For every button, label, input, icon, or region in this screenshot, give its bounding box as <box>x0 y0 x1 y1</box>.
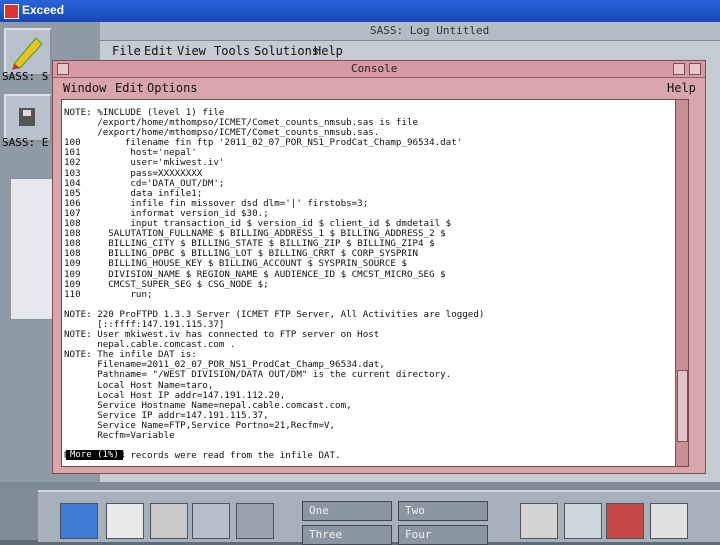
console-scrollbar[interactable] <box>675 100 688 466</box>
menu-options[interactable]: Options <box>147 81 198 95</box>
log-window-title: SASS: Log Untitled <box>370 24 490 37</box>
console-output[interactable]: NOTE: %INCLUDE (level 1) file /export/ho… <box>61 99 689 467</box>
app-titlebar: Exceed <box>0 0 720 22</box>
workspace-four[interactable]: Four <box>398 525 488 545</box>
menu-edit-console[interactable]: Edit <box>115 81 144 95</box>
log-window-titlebar: SASS: Log Untitled <box>100 22 720 41</box>
minimize-button[interactable] <box>673 63 685 75</box>
menu-file[interactable]: File <box>112 44 141 58</box>
console-window: Console Window Edit Options Help NOTE: %… <box>52 60 706 474</box>
workspace-two[interactable]: Two <box>398 501 488 521</box>
printer-icon[interactable] <box>150 503 188 539</box>
pen-icon[interactable] <box>192 503 230 539</box>
window-menu-button[interactable] <box>57 63 69 75</box>
calculator-icon[interactable] <box>106 503 144 539</box>
trash-icon[interactable] <box>650 503 688 539</box>
chart-icon[interactable] <box>606 503 644 539</box>
console-title: Console <box>351 62 398 75</box>
menu-edit[interactable]: Edit <box>144 44 173 58</box>
launcher-label-2: SASS: E <box>2 136 49 149</box>
menu-window[interactable]: Window <box>63 81 106 95</box>
console-titlebar: Console <box>53 61 705 78</box>
app-title: Exceed <box>22 3 65 17</box>
printer-right-icon[interactable] <box>520 503 558 539</box>
maximize-button[interactable] <box>689 63 701 75</box>
scrollbar-thumb[interactable] <box>677 370 688 442</box>
log-text: NOTE: %INCLUDE (level 1) file /export/ho… <box>64 107 485 462</box>
menu-tools[interactable]: Tools <box>214 44 250 58</box>
menu-help[interactable]: Help <box>314 44 343 58</box>
disk-icon[interactable] <box>4 94 52 142</box>
globe-icon[interactable] <box>60 503 98 539</box>
menu-view[interactable]: View <box>177 44 206 58</box>
menu-help-console[interactable]: Help <box>667 81 696 95</box>
menu-solutions[interactable]: Solutions <box>254 44 319 58</box>
terminal-icon[interactable] <box>236 503 274 539</box>
launcher-label-1: SASS: S <box>2 70 49 83</box>
console-menubar: Window Edit Options Help <box>59 81 699 97</box>
explorer-pane <box>10 178 56 320</box>
workspace-one[interactable]: One <box>302 501 392 521</box>
log-window-menubar: File Edit View Tools Solutions Help <box>100 42 720 60</box>
workspace-three[interactable]: Three <box>302 525 392 545</box>
pen-tool-icon[interactable] <box>4 28 52 76</box>
more-indicator: More (1%) <box>66 450 123 460</box>
exceed-app-icon <box>4 4 19 19</box>
mail-icon[interactable] <box>564 503 602 539</box>
